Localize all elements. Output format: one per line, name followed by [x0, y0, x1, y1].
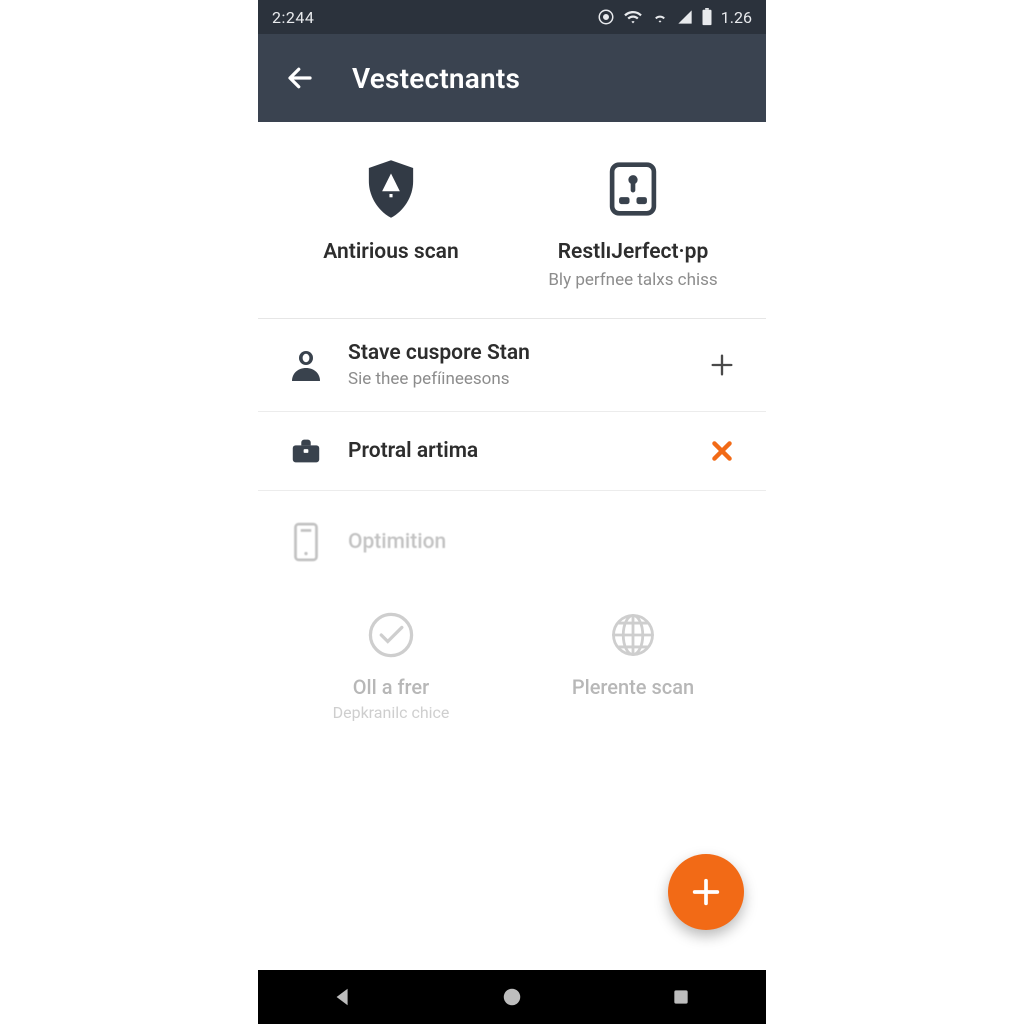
phone-frame: 2:244 1.26 — [258, 0, 766, 1024]
plus-icon — [708, 351, 736, 379]
fab-add[interactable] — [668, 854, 744, 930]
status-indicators: 1.26 — [597, 8, 752, 27]
nav-home-button[interactable] — [480, 975, 544, 1019]
back-button[interactable] — [280, 58, 320, 98]
status-bar: 2:244 1.26 — [258, 0, 766, 34]
device-icon — [280, 521, 332, 563]
check-circle-icon — [363, 607, 419, 663]
row-protral-artima[interactable]: Protral artima — [258, 412, 766, 491]
system-nav-bar — [258, 970, 766, 1024]
tile-restljerfect[interactable]: RestlıJerfect·pp Bly perfnee talxs chiss — [520, 156, 746, 290]
tile-oll-a-frer[interactable]: Oll a frer Depkranilc chice — [278, 607, 504, 722]
tile-sub: Depkranilc chice — [333, 703, 450, 722]
wifi-icon — [623, 9, 643, 25]
battery-label: 1.26 — [721, 8, 752, 27]
signal-icon — [677, 9, 693, 25]
row-title: Optimition — [348, 530, 744, 554]
top-tiles: Antirious scan RestlıJerfect·pp Bly perf… — [258, 122, 766, 319]
row-sub: Sie thee pefíineesons — [348, 369, 700, 389]
close-icon — [709, 438, 735, 464]
battery-icon — [701, 8, 713, 26]
page-title: Vestectnants — [352, 62, 520, 95]
device-locate-icon — [600, 156, 666, 222]
tile-label: RestlıJerfect·pp — [558, 240, 709, 264]
tile-label: Plerente scan — [572, 675, 694, 699]
nav-back-icon — [332, 986, 354, 1008]
row-optimition[interactable]: Optimition — [258, 491, 766, 593]
tile-antivirus-scan[interactable]: Antirious scan — [278, 156, 504, 290]
nav-recent-icon — [671, 987, 691, 1007]
tile-plerente-scan[interactable]: Plerente scan — [520, 607, 746, 722]
app-bar: Vestectnants — [258, 34, 766, 122]
nav-back-button[interactable] — [311, 975, 375, 1019]
wifi-secondary-icon — [651, 10, 669, 24]
person-icon — [280, 347, 332, 383]
status-time: 2:244 — [272, 8, 314, 27]
cast-icon — [597, 8, 615, 26]
bottom-tiles: Oll a frer Depkranilc chice Plerente sca… — [258, 593, 766, 746]
tile-label: Antirious scan — [323, 240, 458, 264]
nav-recent-button[interactable] — [649, 975, 713, 1019]
arrow-left-icon — [285, 63, 315, 93]
nav-home-icon — [501, 986, 523, 1008]
tile-label: Oll a frer — [353, 675, 429, 699]
row-title: Stave cuspore Stan — [348, 341, 700, 365]
row-stave-cuspore[interactable]: Stave cuspore Stan Sie thee pefíineesons — [258, 319, 766, 412]
row-title: Protral artima — [348, 439, 700, 463]
add-button[interactable] — [700, 351, 744, 379]
dismiss-button[interactable] — [700, 438, 744, 464]
plus-icon — [689, 875, 723, 909]
globe-icon — [605, 607, 661, 663]
shield-alert-icon — [358, 156, 424, 222]
briefcase-icon — [280, 434, 332, 468]
tile-sub: Bly perfnee talxs chiss — [548, 270, 717, 290]
